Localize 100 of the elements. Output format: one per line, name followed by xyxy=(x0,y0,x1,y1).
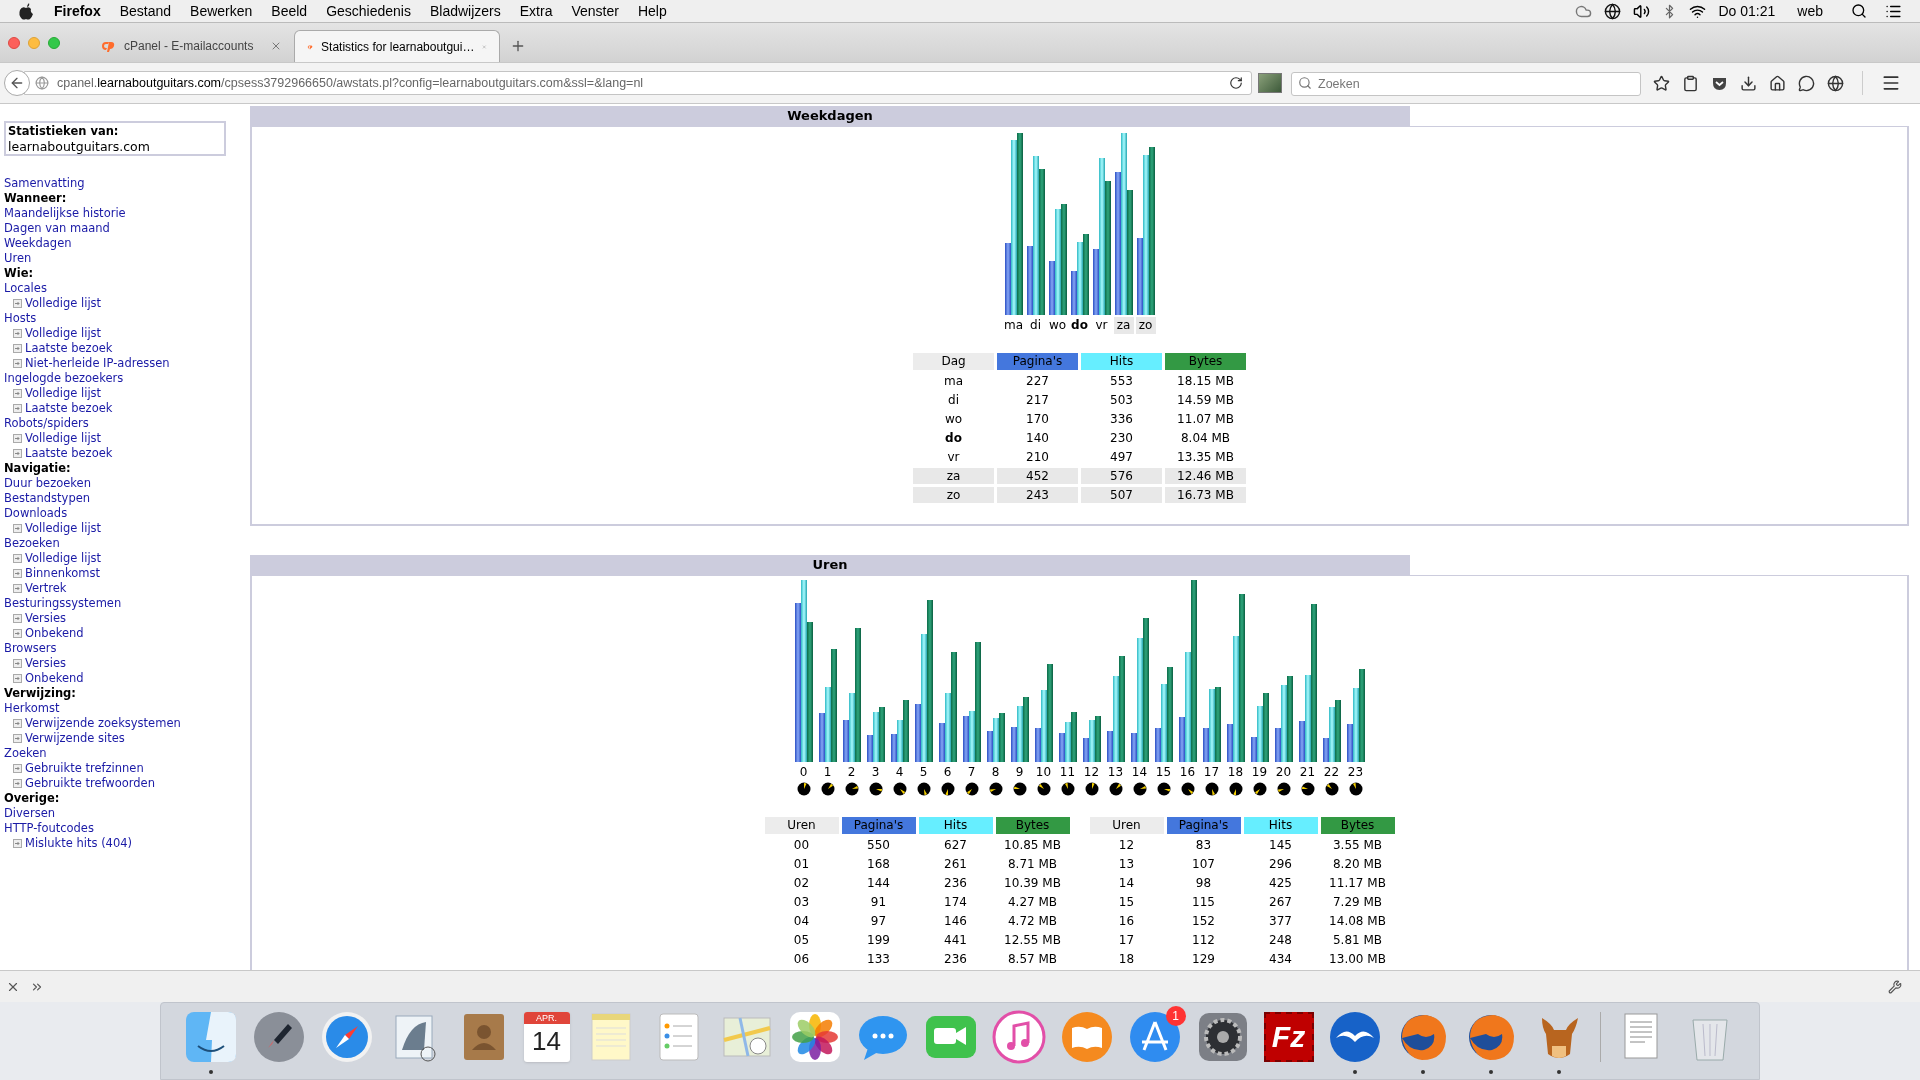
menu-item[interactable]: Bewerken xyxy=(190,0,253,22)
pages-bar xyxy=(938,722,945,762)
sidebar-sublink[interactable]: Laatste bezoek xyxy=(25,341,113,356)
menu-item[interactable]: Bestand xyxy=(119,0,172,22)
home-icon[interactable] xyxy=(1769,74,1786,92)
search-icon[interactable] xyxy=(1851,3,1867,19)
table-cell-text: 12 xyxy=(1117,837,1136,853)
sidebar-sublink[interactable]: Onbekend xyxy=(25,626,84,641)
volume-icon[interactable] xyxy=(1633,2,1651,20)
column-header: Bytes xyxy=(995,817,1070,834)
close-window-button[interactable] xyxy=(8,36,20,49)
globe-icon[interactable] xyxy=(1827,74,1844,92)
menu-item[interactable]: Extra xyxy=(519,0,553,22)
calendar-icon[interactable]: APR. 14 xyxy=(523,1012,570,1062)
sidebar-link[interactable]: Maandelijkse historie xyxy=(4,206,126,220)
sidebar-sublink[interactable]: Verwijzende sites xyxy=(25,731,125,746)
app-menu[interactable]: Firefox xyxy=(54,0,101,22)
sidebar-link[interactable]: Duur bezoeken xyxy=(4,476,91,490)
address-field[interactable]: cpanel.learnaboutguitars.com/cpsess3792966650/awstats.pl?config=learnaboutguitars.com&ssl=&lang=nl xyxy=(24,71,1252,95)
menu-item[interactable]: Help xyxy=(637,0,667,22)
sidebar-link[interactable]: Ingelogde bezoekers xyxy=(4,371,124,385)
hour-label: 22 xyxy=(1323,765,1340,780)
column-header: Dag xyxy=(913,353,994,370)
sidebar-link[interactable]: Weekdagen xyxy=(4,236,72,250)
table-cell-text: 129 xyxy=(1191,951,1216,967)
sidebar-link[interactable]: HTTP-foutcodes xyxy=(4,821,94,835)
stats-domain: learnaboutguitars.com xyxy=(8,139,151,154)
sidebar-sublink[interactable]: Volledige lijst xyxy=(25,431,102,446)
table-cell-text: 91 xyxy=(869,894,888,910)
face-icon[interactable] xyxy=(183,1010,238,1064)
wrench-icon[interactable] xyxy=(1888,979,1902,994)
sidebar-link[interactable]: Robots/spiders xyxy=(4,416,89,430)
music-note-icon[interactable] xyxy=(991,1010,1046,1064)
sidebar-sublink[interactable]: Vertrek xyxy=(25,581,67,596)
user-name[interactable]: web xyxy=(1797,0,1823,22)
table-cell: 16.73 MB xyxy=(1165,487,1246,503)
sidebar-sublink[interactable]: Mislukte hits (404) xyxy=(25,836,133,851)
menu-clock[interactable]: Do 01:21 xyxy=(1718,0,1776,22)
sidebar-sublink[interactable]: Binnenkomst xyxy=(25,566,100,581)
column-header: Uren xyxy=(764,817,839,834)
sidebar-link[interactable]: Hosts xyxy=(4,311,37,325)
table-cell-text: 296 xyxy=(1268,856,1293,872)
menu-item[interactable]: Beeld xyxy=(271,0,308,22)
sidebar-sublink[interactable]: Volledige lijst xyxy=(25,521,102,536)
sidebar-sublink[interactable]: Gebruikte trefzinnen xyxy=(25,761,144,776)
sidebar-link[interactable]: Locales xyxy=(4,281,47,295)
chat-icon[interactable] xyxy=(1798,74,1815,92)
thumbnail-icon[interactable] xyxy=(1258,73,1282,93)
menu-item[interactable]: Geschiedenis xyxy=(326,0,411,22)
pages-bar xyxy=(1346,724,1353,762)
sidebar-link[interactable]: Diversen xyxy=(4,806,55,820)
table-cell-text: 00 xyxy=(792,837,811,853)
sidebar-link[interactable]: Herkomst xyxy=(4,701,60,715)
sidebar-sublink[interactable]: Versies xyxy=(25,656,67,671)
sidebar-sublink[interactable]: Niet-herleide IP-adressen xyxy=(25,356,170,371)
pages-bar xyxy=(1298,721,1305,762)
sidebar-link[interactable]: Samenvatting xyxy=(4,176,85,190)
sidebar-sublink[interactable]: Volledige lijst xyxy=(25,326,102,341)
sidebar-sublink[interactable]: Volledige lijst xyxy=(25,296,102,311)
back-button[interactable] xyxy=(4,70,30,96)
sidebar-link[interactable]: Besturingssystemen xyxy=(4,596,122,610)
sidebar-sublink[interactable]: Volledige lijst xyxy=(25,386,102,401)
sidebar-link[interactable]: Downloads xyxy=(4,506,68,520)
browser-tab[interactable]: cPanel - E-mailaccounts xyxy=(88,30,294,62)
browser-tab[interactable]: Statistics for learnaboutgui… xyxy=(294,30,500,62)
sidebar-sublink[interactable]: Volledige lijst xyxy=(25,551,102,566)
sidebar-link[interactable]: Dagen van maand xyxy=(4,221,110,235)
menu-item[interactable]: Venster xyxy=(571,0,619,22)
close-tab-icon[interactable] xyxy=(270,40,282,52)
compass-icon[interactable] xyxy=(319,1010,374,1064)
bookmark-icon[interactable] xyxy=(1653,74,1670,92)
menu-item[interactable]: Bladwijzers xyxy=(429,0,501,22)
sidebar-sublink[interactable]: Gebruikte trefwoorden xyxy=(25,776,155,791)
globe-icon[interactable] xyxy=(1604,2,1622,20)
pencils-icon[interactable] xyxy=(1127,1010,1182,1064)
download-icon[interactable] xyxy=(1740,74,1757,92)
flower-icon[interactable] xyxy=(787,1010,842,1064)
sidebar-sublink[interactable]: Onbekend xyxy=(25,671,84,686)
clipboard-icon[interactable] xyxy=(1682,74,1699,92)
apple-icon[interactable] xyxy=(18,2,34,20)
reload-icon[interactable] xyxy=(1229,76,1243,90)
gull-icon[interactable] xyxy=(1327,1010,1382,1064)
new-tab-icon[interactable] xyxy=(510,38,526,54)
sidebar-sublink[interactable]: Laatste bezoek xyxy=(25,446,113,461)
sidebar-link[interactable]: Bestandstypen xyxy=(4,491,91,505)
sidebar-link[interactable]: Zoeken xyxy=(4,746,47,760)
sidebar-link[interactable]: Bezoeken xyxy=(4,536,60,550)
table-cell: 12.46 MB xyxy=(1165,468,1246,484)
sidebar-sublink[interactable]: Versies xyxy=(25,611,67,626)
menu-icon[interactable] xyxy=(1881,73,1901,93)
clock-icon xyxy=(1180,782,1195,796)
day-label: vr xyxy=(1094,317,1109,334)
sidebar-link[interactable]: Browsers xyxy=(4,641,57,655)
book-icon[interactable] xyxy=(1059,1010,1114,1064)
sidebar-link[interactable]: Uren xyxy=(4,251,32,265)
sidebar-sublink[interactable]: Laatste bezoek xyxy=(25,401,113,416)
ftp-logo[interactable]: Fz xyxy=(1263,1012,1314,1062)
sidebar-sublink[interactable]: Verwijzende zoeksystemen xyxy=(25,716,181,731)
search-field[interactable]: Zoeken xyxy=(1291,71,1641,96)
table-cell-text: 503 xyxy=(1109,392,1134,408)
